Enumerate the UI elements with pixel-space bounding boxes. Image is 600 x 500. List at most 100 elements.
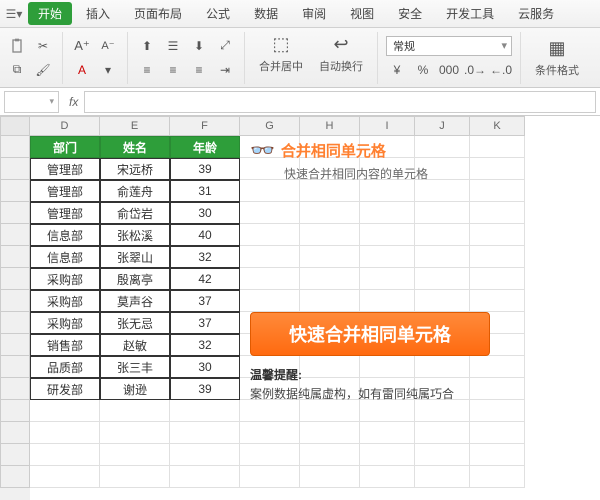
row-header[interactable] — [0, 268, 30, 290]
cell[interactable] — [360, 400, 415, 422]
row-header[interactable] — [0, 356, 30, 378]
cell[interactable]: 管理部 — [30, 180, 100, 202]
cell[interactable]: 31 — [170, 180, 240, 202]
align-left-icon[interactable]: ≡ — [136, 60, 158, 80]
cell[interactable] — [300, 444, 360, 466]
tab-insert[interactable]: 插入 — [76, 2, 120, 25]
cell[interactable]: 姓名 — [100, 136, 170, 158]
copy-icon[interactable]: ⧉ — [6, 60, 28, 80]
cell[interactable]: 32 — [170, 334, 240, 356]
cell[interactable] — [415, 400, 470, 422]
row-header[interactable] — [0, 180, 30, 202]
name-box[interactable] — [4, 91, 59, 113]
cell[interactable] — [470, 466, 525, 488]
row-header[interactable] — [0, 466, 30, 488]
row-header[interactable] — [0, 422, 30, 444]
percent-icon[interactable]: % — [412, 60, 434, 80]
cell[interactable]: 管理部 — [30, 158, 100, 180]
cell[interactable]: 采购部 — [30, 268, 100, 290]
col-header[interactable]: F — [170, 116, 240, 136]
cell[interactable] — [300, 466, 360, 488]
cell[interactable]: 信息部 — [30, 224, 100, 246]
col-header[interactable]: G — [240, 116, 300, 136]
row-header[interactable] — [0, 444, 30, 466]
cell[interactable]: 采购部 — [30, 290, 100, 312]
tab-start[interactable]: 开始 — [28, 2, 72, 25]
row-header[interactable] — [0, 290, 30, 312]
col-header[interactable]: H — [300, 116, 360, 136]
cell[interactable] — [100, 400, 170, 422]
cell[interactable] — [30, 422, 100, 444]
cell[interactable] — [300, 422, 360, 444]
cut-icon[interactable]: ✂ — [32, 36, 54, 56]
cell[interactable] — [470, 444, 525, 466]
font-increase-icon[interactable]: A⁺ — [71, 36, 93, 56]
cell[interactable]: 39 — [170, 378, 240, 400]
cell[interactable] — [415, 466, 470, 488]
tab-cloud[interactable]: 云服务 — [508, 2, 564, 25]
orientation-icon[interactable]: ⤢ — [214, 36, 236, 56]
tab-view[interactable]: 视图 — [340, 2, 384, 25]
align-middle-icon[interactable]: ☰ — [162, 36, 184, 56]
cell[interactable] — [100, 444, 170, 466]
cell[interactable] — [360, 466, 415, 488]
cell[interactable]: 42 — [170, 268, 240, 290]
cell[interactable]: 品质部 — [30, 356, 100, 378]
cell[interactable] — [470, 400, 525, 422]
tab-review[interactable]: 审阅 — [292, 2, 336, 25]
cell[interactable] — [30, 400, 100, 422]
tab-security[interactable]: 安全 — [388, 2, 432, 25]
col-header[interactable]: J — [415, 116, 470, 136]
select-all-corner[interactable] — [0, 116, 30, 136]
row-header[interactable] — [0, 224, 30, 246]
cell[interactable]: 殷离亭 — [100, 268, 170, 290]
align-top-icon[interactable]: ⬆ — [136, 36, 158, 56]
cell[interactable] — [170, 400, 240, 422]
row-header[interactable] — [0, 158, 30, 180]
tab-layout[interactable]: 页面布局 — [124, 2, 192, 25]
cell[interactable] — [30, 444, 100, 466]
cell[interactable]: 谢逊 — [100, 378, 170, 400]
cell[interactable] — [170, 422, 240, 444]
merge-center-button[interactable]: ⬚ 合并居中 — [253, 32, 309, 84]
cell[interactable] — [170, 444, 240, 466]
row-header[interactable] — [0, 312, 30, 334]
cell[interactable]: 俞莲舟 — [100, 180, 170, 202]
align-bottom-icon[interactable]: ⬇ — [188, 36, 210, 56]
decimal-dec-icon[interactable]: ←.0 — [490, 60, 512, 80]
cell[interactable]: 采购部 — [30, 312, 100, 334]
align-center-icon[interactable]: ≡ — [162, 60, 184, 80]
decimal-inc-icon[interactable]: .0→ — [464, 60, 486, 80]
cell[interactable]: 研发部 — [30, 378, 100, 400]
row-header[interactable] — [0, 202, 30, 224]
cell[interactable] — [240, 400, 300, 422]
cell[interactable]: 30 — [170, 202, 240, 224]
cell[interactable] — [415, 444, 470, 466]
cell[interactable]: 管理部 — [30, 202, 100, 224]
row-header[interactable] — [0, 136, 30, 158]
cell[interactable] — [360, 444, 415, 466]
cell[interactable]: 莫声谷 — [100, 290, 170, 312]
col-header[interactable]: E — [100, 116, 170, 136]
row-header[interactable] — [0, 400, 30, 422]
cell[interactable]: 张三丰 — [100, 356, 170, 378]
paste-icon[interactable] — [6, 36, 28, 56]
formula-input[interactable] — [84, 91, 596, 113]
menu-dropdown-icon[interactable]: ☰▾ — [4, 4, 24, 24]
cell[interactable] — [100, 466, 170, 488]
cell[interactable] — [415, 422, 470, 444]
tab-formula[interactable]: 公式 — [196, 2, 240, 25]
cell[interactable]: 张松溪 — [100, 224, 170, 246]
indent-icon[interactable]: ⇥ — [214, 60, 236, 80]
currency-icon[interactable]: ¥ — [386, 60, 408, 80]
cell[interactable]: 39 — [170, 158, 240, 180]
row-header[interactable] — [0, 378, 30, 400]
cell[interactable]: 张翠山 — [100, 246, 170, 268]
font-decrease-icon[interactable]: A⁻ — [97, 36, 119, 56]
cell[interactable]: 销售部 — [30, 334, 100, 356]
cell[interactable]: 30 — [170, 356, 240, 378]
fill-color-icon[interactable]: ▾ — [97, 60, 119, 80]
col-header[interactable]: I — [360, 116, 415, 136]
col-header[interactable]: D — [30, 116, 100, 136]
merge-same-cells-button[interactable]: 快速合并相同单元格 — [250, 312, 490, 356]
